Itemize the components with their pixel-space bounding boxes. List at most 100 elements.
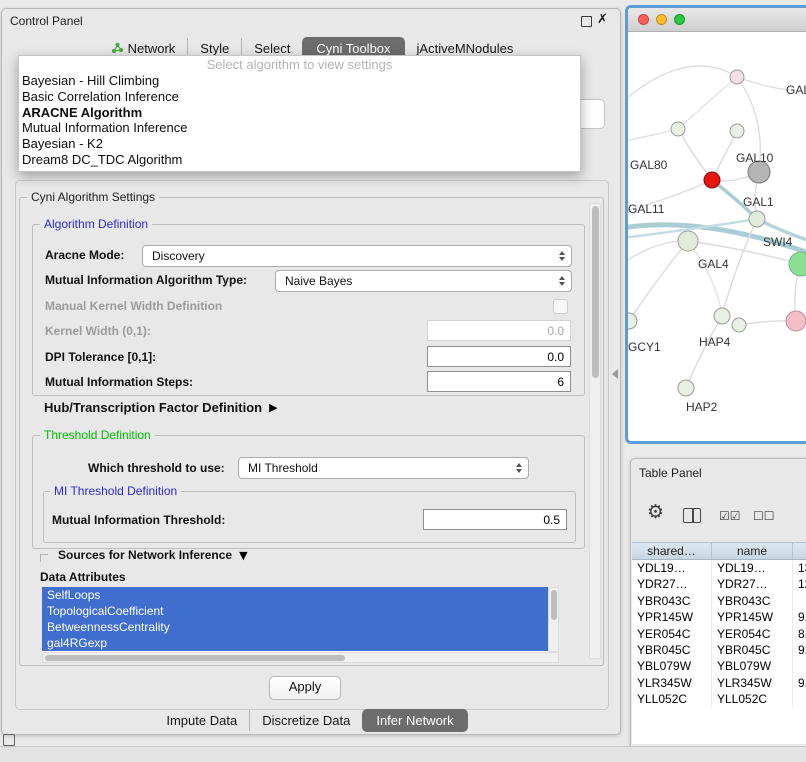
attribute-list[interactable]: SelfLoopsTopologicalCoefficientBetweenne… — [42, 587, 548, 652]
group-corner-line — [40, 554, 48, 562]
manual-kernel-checkbox[interactable] — [553, 299, 568, 314]
bottom-tab-impute-data[interactable]: Impute Data — [154, 710, 249, 731]
node-table: shared…name YDL19…YDL19…13YDR27…YDR27…12… — [632, 542, 806, 744]
panel-dock-icon[interactable] — [3, 734, 15, 746]
mi-threshold-field[interactable]: 0.5 — [423, 509, 567, 530]
network-edge[interactable] — [678, 77, 737, 129]
settings-scrollbar[interactable] — [589, 203, 601, 659]
table-row[interactable]: YDR27…YDR27…12 — [632, 576, 806, 592]
network-window-titlebar — [628, 8, 806, 32]
attribute-item[interactable]: BetweennessCentrality — [42, 619, 548, 635]
float-panel-icon[interactable] — [581, 16, 592, 27]
column-selector-icon[interactable] — [683, 508, 701, 523]
bottom-tab-discretize-data[interactable]: Discretize Data — [249, 710, 362, 731]
table-body: YDL19…YDL19…13YDR27…YDR27…12YBR043CYBR04… — [632, 560, 806, 708]
list-vertical-scrollbar-thumb[interactable] — [551, 590, 557, 620]
table-column-header[interactable]: shared… — [632, 543, 712, 559]
table-row[interactable]: YDL19…YDL19…13 — [632, 560, 806, 576]
network-canvas[interactable]: GAL80GAL10GAL11GAL1SWI4GAL4GCY1HAP4HAP2G… — [628, 32, 806, 435]
attribute-item[interactable]: TopologicalCoefficient — [42, 603, 548, 619]
dpi-tolerance-field[interactable]: 0.0 — [427, 346, 571, 367]
kernel-width-value: 0.0 — [547, 324, 564, 338]
network-edge[interactable] — [628, 66, 737, 102]
table-row[interactable]: YLL052CYLL052C — [632, 691, 806, 707]
table-row[interactable]: YLR345WYLR345W9. — [632, 675, 806, 691]
network-edge[interactable] — [688, 241, 722, 316]
network-node[interactable] — [749, 211, 765, 227]
which-threshold-select[interactable]: MI Threshold — [238, 457, 529, 479]
settings-scrollbar-thumb[interactable] — [592, 206, 599, 378]
minimize-traffic-light[interactable] — [656, 14, 667, 25]
divider-collapse-arrow[interactable] — [612, 369, 618, 379]
zoom-traffic-light[interactable] — [674, 14, 685, 25]
network-node[interactable] — [678, 380, 694, 396]
algorithm-option[interactable]: Dream8 DC_TDC Algorithm — [19, 152, 580, 168]
bottom-strip — [0, 746, 806, 762]
close-panel-icon[interactable]: ✗ — [597, 12, 608, 27]
table-cell — [793, 658, 806, 674]
mi-algorithm-type-select[interactable]: Naive Bayes — [275, 270, 572, 292]
deselect-all-icon[interactable]: ☐☐ — [753, 509, 775, 523]
stepper-icon — [559, 251, 565, 261]
algorithm-option[interactable]: Bayesian - Hill Climbing — [19, 73, 580, 89]
sources-expander[interactable]: Sources for Network Inference ▼ — [40, 548, 248, 562]
algorithm-option[interactable]: Bayesian - K2 — [19, 136, 580, 152]
algorithm-dropdown-options: Bayesian - Hill ClimbingBasic Correlatio… — [19, 73, 580, 168]
table-cell — [793, 691, 806, 707]
control-panel-title: Control Panel — [10, 14, 83, 28]
network-node-label: HAP4 — [699, 335, 731, 349]
mi-type-value: Naive Bayes — [285, 274, 352, 288]
bottom-tab-infer-network[interactable]: Infer Network — [362, 709, 467, 732]
algorithm-option[interactable]: Mutual Information Inference — [19, 120, 580, 136]
table-row[interactable]: YBR045CYBR045C9. — [632, 642, 806, 658]
network-icon — [111, 42, 124, 54]
network-edge[interactable] — [686, 316, 722, 388]
network-edge[interactable] — [629, 241, 688, 321]
network-node[interactable] — [704, 172, 720, 188]
table-row[interactable]: YER054CYER054C8. — [632, 626, 806, 642]
network-node[interactable] — [732, 318, 746, 332]
select-all-icon[interactable]: ☑☑ — [719, 509, 741, 523]
mi-steps-field[interactable]: 6 — [427, 371, 571, 392]
threshold-definition-group: Threshold Definition Which threshold to … — [32, 435, 585, 549]
algorithm-option[interactable]: ARACNE Algorithm — [19, 105, 580, 121]
attribute-item[interactable]: SelfLoops — [42, 587, 548, 603]
list-horizontal-scrollbar[interactable] — [42, 652, 559, 663]
apply-button[interactable]: Apply — [269, 676, 341, 700]
table-cell: YLL052C — [712, 691, 793, 707]
network-node[interactable] — [678, 231, 698, 251]
network-edge[interactable] — [628, 129, 678, 142]
hub-expander[interactable]: Hub/Transcription Factor Definition ▶ — [44, 400, 278, 415]
algorithm-dropdown-placeholder: Select algorithm to view settings — [19, 56, 580, 73]
network-edge[interactable] — [678, 129, 712, 180]
aracne-mode-select[interactable]: Discovery — [142, 245, 572, 267]
algorithm-definition-group: Algorithm Definition Aracne Mode: Discov… — [32, 224, 585, 396]
table-row[interactable]: YBL079WYBL079W — [632, 658, 806, 674]
network-node[interactable] — [714, 308, 730, 324]
list-vertical-scrollbar[interactable] — [548, 587, 559, 652]
table-row[interactable]: YBR043CYBR043C — [632, 593, 806, 609]
table-column-header[interactable] — [793, 543, 806, 559]
algorithm-option[interactable]: Basic Correlation Inference — [19, 89, 580, 105]
table-options-gear-icon[interactable]: ⚙ — [647, 501, 664, 523]
network-node[interactable] — [730, 124, 744, 138]
network-node[interactable] — [671, 122, 685, 136]
network-node[interactable] — [730, 70, 744, 84]
table-column-header[interactable]: name — [712, 543, 793, 559]
list-horizontal-scrollbar-thumb[interactable] — [45, 655, 345, 661]
mi-threshold-group-title: MI Threshold Definition — [50, 484, 181, 498]
network-node[interactable] — [786, 311, 806, 331]
table-row[interactable]: YPR145WYPR145W9. — [632, 609, 806, 625]
network-node-label: HAP2 — [686, 400, 718, 414]
table-cell: YDR27… — [632, 576, 712, 592]
network-node[interactable] — [628, 313, 637, 329]
kernel-width-field[interactable]: 0.0 — [427, 320, 571, 341]
attribute-item[interactable]: gal4RGexp — [42, 635, 548, 651]
chevron-right-icon: ▶ — [269, 401, 277, 414]
threshold-definition-title: Threshold Definition — [40, 428, 155, 442]
close-traffic-light[interactable] — [638, 14, 649, 25]
which-threshold-label: Which threshold to use: — [88, 461, 225, 475]
network-node[interactable] — [789, 252, 806, 276]
table-cell: YLL052C — [632, 691, 712, 707]
table-header-row: shared…name — [632, 542, 806, 560]
